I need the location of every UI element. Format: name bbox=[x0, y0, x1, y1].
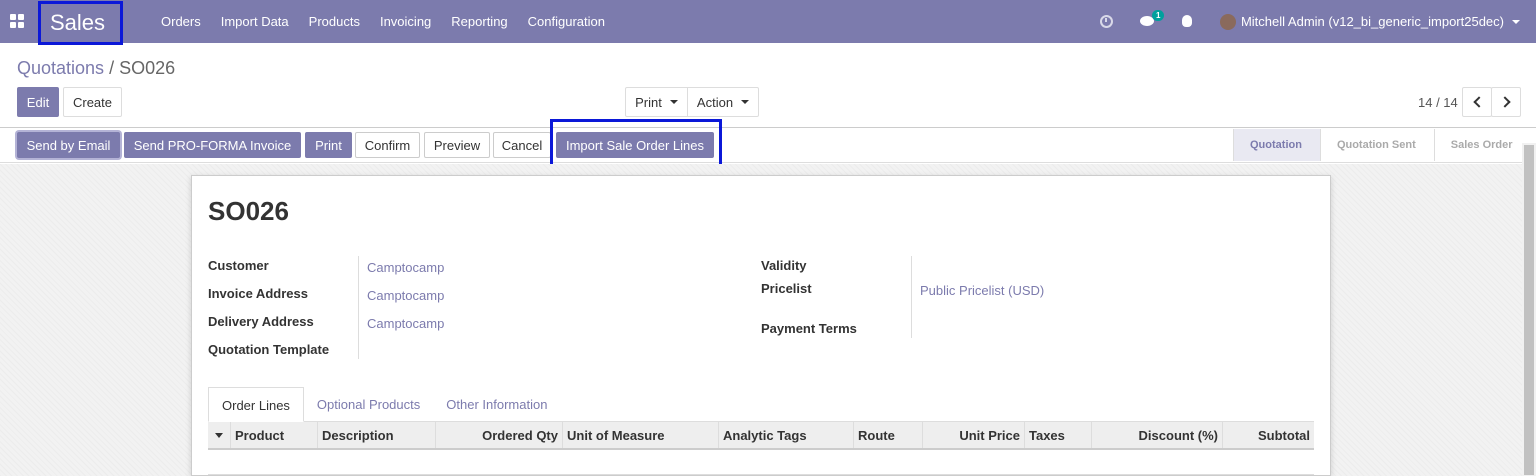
tab-optional-products[interactable]: Optional Products bbox=[304, 387, 433, 422]
invoice-address-label: Invoice Address bbox=[208, 286, 308, 301]
pricelist-value[interactable]: Public Pricelist (USD) bbox=[920, 283, 1044, 298]
col-unit-price[interactable]: Unit Price bbox=[923, 422, 1025, 448]
col-unit-of-measure[interactable]: Unit of Measure bbox=[563, 422, 719, 448]
apps-menu-icon[interactable] bbox=[10, 14, 24, 28]
order-title: SO026 bbox=[208, 196, 289, 226]
breadcrumb-separator: / bbox=[104, 58, 120, 78]
field-separator bbox=[911, 256, 912, 338]
validity-label: Validity bbox=[761, 258, 807, 273]
breadcrumb-current: SO026 bbox=[119, 58, 176, 78]
confirm-button[interactable]: Confirm bbox=[355, 132, 420, 158]
stage-quotation-sent[interactable]: Quotation Sent bbox=[1319, 129, 1434, 161]
delivery-address-value[interactable]: Camptocamp bbox=[367, 316, 444, 331]
send-proforma-invoice-button[interactable]: Send PRO-FORMA Invoice bbox=[124, 132, 301, 158]
customer-value[interactable]: Camptocamp bbox=[367, 260, 444, 275]
col-taxes[interactable]: Taxes bbox=[1025, 422, 1092, 448]
status-stages: Quotation Quotation Sent Sales Order bbox=[1233, 129, 1531, 161]
caret-down-icon bbox=[215, 432, 223, 438]
pager-next-button[interactable] bbox=[1491, 87, 1521, 117]
breadcrumb: Quotations / SO026 bbox=[17, 58, 175, 79]
preview-button[interactable]: Preview bbox=[424, 132, 490, 158]
menu-products[interactable]: Products bbox=[299, 14, 370, 29]
print-dropdown-label: Print bbox=[635, 94, 662, 110]
col-analytic-tags[interactable]: Analytic Tags bbox=[719, 422, 854, 448]
scrollbar-thumb[interactable] bbox=[1524, 145, 1534, 475]
col-description[interactable]: Description bbox=[318, 422, 436, 448]
form-sheet: SO026 Customer Invoice Address Delivery … bbox=[191, 175, 1331, 476]
col-discount[interactable]: Discount (%) bbox=[1092, 422, 1223, 448]
send-by-email-button[interactable]: Send by Email bbox=[17, 132, 120, 158]
quotation-template-label: Quotation Template bbox=[208, 342, 330, 357]
menu-reporting[interactable]: Reporting bbox=[441, 14, 517, 29]
scrollbar[interactable] bbox=[1522, 143, 1536, 476]
create-button[interactable]: Create bbox=[63, 87, 122, 117]
cancel-button[interactable]: Cancel bbox=[493, 132, 551, 158]
caret-down-icon bbox=[669, 100, 678, 104]
chevron-left-icon bbox=[1472, 96, 1485, 108]
chevron-right-icon bbox=[1498, 96, 1511, 108]
caret-down-icon bbox=[741, 100, 750, 104]
debug-bug-icon[interactable] bbox=[1180, 14, 1196, 30]
tab-other-information[interactable]: Other Information bbox=[433, 387, 560, 422]
chat-badge: 1 bbox=[1151, 9, 1165, 21]
menu-invoicing[interactable]: Invoicing bbox=[370, 14, 441, 29]
invoice-address-value[interactable]: Camptocamp bbox=[367, 288, 444, 303]
action-dropdown-label: Action bbox=[696, 94, 734, 110]
col-product[interactable]: Product bbox=[231, 422, 318, 448]
import-button-highlight bbox=[550, 119, 722, 170]
field-separator bbox=[358, 256, 359, 359]
user-menu[interactable]: Mitchell Admin (v12_bi_generic_import25d… bbox=[1241, 14, 1504, 29]
breadcrumb-quotations[interactable]: Quotations bbox=[17, 58, 104, 78]
customer-label: Customer bbox=[208, 258, 269, 273]
activity-clock-icon[interactable] bbox=[1099, 14, 1116, 30]
top-navbar: Sales Orders Import Data Products Invoic… bbox=[0, 0, 1536, 45]
main-menu: Orders Import Data Products Invoicing Re… bbox=[151, 0, 615, 43]
col-route[interactable]: Route bbox=[854, 422, 923, 448]
avatar[interactable] bbox=[1219, 13, 1236, 30]
order-lines-header: Product Description Ordered Qty Unit of … bbox=[208, 422, 1314, 450]
pager-value[interactable]: 14 / 14 bbox=[1418, 95, 1458, 110]
action-dropdown[interactable]: Action bbox=[687, 87, 759, 117]
delivery-address-label: Delivery Address bbox=[208, 314, 314, 329]
print-button[interactable]: Print bbox=[305, 132, 352, 158]
menu-orders[interactable]: Orders bbox=[151, 14, 211, 29]
messaging-icon[interactable]: 1 bbox=[1139, 9, 1165, 30]
row-toggle[interactable] bbox=[208, 422, 231, 448]
col-subtotal[interactable]: Subtotal bbox=[1223, 422, 1314, 448]
edit-button[interactable]: Edit bbox=[17, 87, 59, 117]
payment-terms-label: Payment Terms bbox=[761, 321, 857, 336]
print-dropdown[interactable]: Print bbox=[625, 87, 688, 117]
pager-previous-button[interactable] bbox=[1462, 87, 1492, 117]
stage-sales-order[interactable]: Sales Order bbox=[1433, 129, 1531, 161]
systray: 1 Mitchell Admin (v12_bi_generic_import2… bbox=[1099, 0, 1536, 43]
stage-quotation[interactable]: Quotation bbox=[1233, 129, 1320, 161]
table-row bbox=[208, 474, 1314, 475]
menu-import-data[interactable]: Import Data bbox=[211, 14, 299, 29]
form-tabs: Order Lines Optional Products Other Info… bbox=[208, 387, 560, 422]
app-brand[interactable]: Sales bbox=[38, 1, 123, 45]
menu-configuration[interactable]: Configuration bbox=[518, 14, 615, 29]
tab-order-lines[interactable]: Order Lines bbox=[208, 387, 304, 422]
pricelist-label: Pricelist bbox=[761, 281, 812, 296]
col-ordered-qty[interactable]: Ordered Qty bbox=[436, 422, 563, 448]
chevron-down-icon[interactable] bbox=[1512, 19, 1520, 24]
